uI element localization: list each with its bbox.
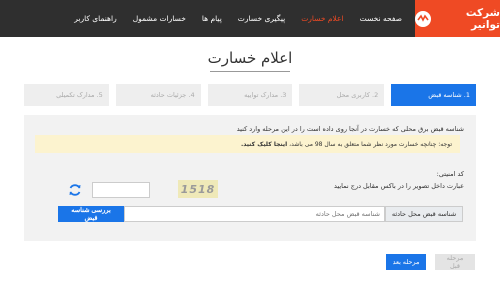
note-text: توجه: چنانچه خسارت مورد نظر شما متعلق به… bbox=[289, 140, 452, 148]
bill-id-input-group: بررسی شناسه قبض شناسه قبض محل حادثه bbox=[58, 206, 463, 222]
brand-name: شرکت توانیر bbox=[465, 6, 500, 31]
nav-covered-damages[interactable]: خسارات مشمول bbox=[125, 0, 194, 37]
brand[interactable]: شرکت توانیر bbox=[415, 0, 500, 37]
wizard-steps: 1. شناسه قبض 2. کاربری محل 3. مدارک توای… bbox=[24, 84, 476, 106]
bill-id-input[interactable] bbox=[124, 206, 385, 222]
previous-step-button[interactable]: مرحله قبل bbox=[435, 254, 475, 270]
next-step-button[interactable]: مرحله بعد bbox=[386, 254, 426, 270]
nav-user-guide[interactable]: راهنمای کاربر bbox=[66, 0, 125, 37]
bill-id-addon-label: شناسه قبض محل حادثه bbox=[385, 206, 463, 222]
main-nav: صفحه نخست اعلام خسارت پیگیری خسارت پیام … bbox=[66, 0, 410, 37]
step-supplementary-documents[interactable]: 5. مدارک تکمیلی bbox=[24, 84, 109, 106]
step-incident-details[interactable]: 4. جزئیات حادثه bbox=[115, 84, 201, 106]
refresh-captcha-icon[interactable] bbox=[68, 182, 82, 196]
security-code-label: کد امنیتی: bbox=[436, 170, 464, 178]
page-title: اعلام خسارت bbox=[207, 49, 293, 67]
nav-track-damage[interactable]: پیگیری خسارت bbox=[230, 0, 293, 37]
step-location-usage[interactable]: 2. کاربری محل bbox=[299, 84, 385, 106]
tavanir-logo-icon bbox=[415, 10, 431, 27]
security-code-description: عبارت داخل تصویر را در باکس مقابل درج نم… bbox=[333, 182, 464, 190]
note-alert: توجه: چنانچه خسارت مورد نظر شما متعلق به… bbox=[35, 135, 460, 153]
top-navbar: شرکت توانیر صفحه نخست اعلام خسارت پیگیری… bbox=[0, 0, 500, 37]
nav-report-damage[interactable]: اعلام خسارت bbox=[293, 0, 351, 37]
form-panel: شناسه قبض برق محلی که خسارت در آنجا روی … bbox=[24, 115, 476, 241]
form-description: شناسه قبض برق محلی که خسارت در آنجا روی … bbox=[236, 125, 464, 133]
nav-messages[interactable]: پیام ها bbox=[194, 0, 230, 37]
step-bill-id[interactable]: 1. شناسه قبض bbox=[391, 84, 476, 106]
note-link[interactable]: اینجا کلیک کنید. bbox=[241, 141, 287, 148]
captcha-input[interactable] bbox=[92, 182, 150, 198]
nav-home[interactable]: صفحه نخست bbox=[352, 0, 410, 37]
step-documents[interactable]: 3. مدارک تواییه bbox=[207, 84, 293, 106]
check-bill-id-button[interactable]: بررسی شناسه قبض bbox=[58, 206, 124, 222]
captcha-image: 1518 bbox=[178, 180, 218, 198]
title-divider bbox=[210, 71, 290, 72]
